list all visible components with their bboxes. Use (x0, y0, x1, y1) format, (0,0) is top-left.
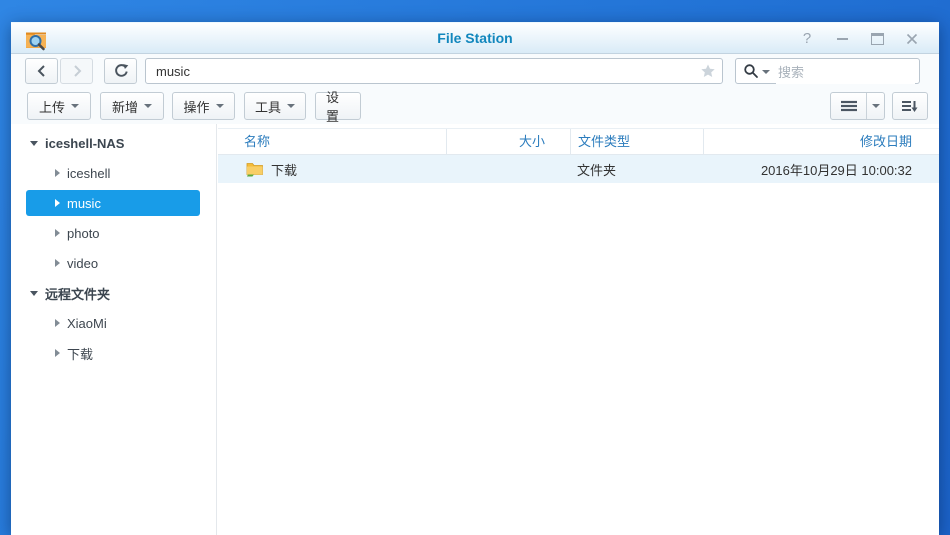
upload-button[interactable]: 上传 (27, 92, 91, 120)
sidebar: iceshell-NAS iceshell music (11, 124, 217, 535)
window-controls: ? (800, 23, 919, 54)
maximize-icon[interactable] (870, 32, 884, 46)
file-type-cell: 文件夹 (570, 160, 703, 179)
sidebar-item-label: photo (67, 226, 100, 241)
sidebar-item-label: XiaoMi (67, 316, 107, 331)
desktop: File Station ? (0, 0, 950, 535)
create-button[interactable]: 新增 (100, 92, 164, 120)
triangle-right-icon (55, 259, 60, 267)
triangle-down-icon (30, 141, 38, 146)
titlebar: File Station ? (11, 22, 939, 54)
sidebar-group-iceshell-nas[interactable]: iceshell-NAS (11, 128, 216, 158)
triangle-down-icon (30, 291, 38, 296)
caret-down-icon (216, 104, 224, 108)
sidebar-row: iceshell (11, 158, 216, 188)
refresh-icon (113, 63, 129, 79)
search-icon[interactable] (743, 63, 759, 79)
action-button-label: 操作 (183, 97, 209, 116)
triangle-right-icon (55, 169, 60, 177)
sidebar-row: XiaoMi (11, 308, 216, 338)
search-box (735, 58, 920, 84)
settings-button-label: 设置 (326, 87, 350, 125)
sidebar-group-remote-folders[interactable]: 远程文件夹 (11, 278, 216, 308)
sidebar-row: music (11, 188, 216, 218)
view-mode-caret-icon[interactable] (867, 93, 884, 119)
path-field-wrap (145, 58, 723, 84)
toolbar: 上传 新增 操作 工具 设置 (11, 88, 939, 124)
caret-down-icon (144, 104, 152, 108)
triangle-right-icon (55, 319, 60, 327)
shared-folder-icon (246, 161, 264, 177)
column-header-type[interactable]: 文件类型 (570, 129, 703, 154)
sidebar-item-label: video (67, 256, 98, 271)
file-modified-cell: 2016年10月29日 10:00:32 (703, 160, 939, 179)
sidebar-row: 下载 (11, 338, 216, 368)
file-station-app-icon (24, 27, 48, 51)
tools-button-label: 工具 (255, 97, 281, 116)
sidebar-item-iceshell[interactable]: iceshell (26, 160, 200, 186)
sidebar-item-photo[interactable]: photo (26, 220, 200, 246)
caret-down-icon (71, 104, 79, 108)
navigation-bar (11, 54, 939, 88)
back-button[interactable] (25, 58, 58, 84)
triangle-right-icon (55, 199, 60, 207)
window-title: File Station (437, 23, 512, 54)
sidebar-row: video (11, 248, 216, 278)
list-view-icon[interactable] (831, 93, 867, 119)
forward-button[interactable] (60, 58, 93, 84)
search-input[interactable] (776, 60, 915, 84)
chevron-right-icon (70, 64, 84, 78)
refresh-button[interactable] (104, 58, 137, 84)
sidebar-item-video[interactable]: video (26, 250, 200, 276)
file-station-window: File Station ? (11, 22, 939, 535)
view-mode-button[interactable] (830, 92, 885, 120)
sidebar-item-label: 下载 (67, 344, 93, 363)
column-header-name[interactable]: 名称 (218, 129, 446, 154)
content-area: iceshell-NAS iceshell music (11, 124, 939, 535)
sort-descending-icon (902, 99, 918, 113)
close-icon[interactable] (905, 32, 919, 46)
table-header: 名称 大小 文件类型 修改日期 (218, 128, 939, 155)
minimize-icon[interactable] (835, 32, 849, 46)
sort-button[interactable] (892, 92, 928, 120)
sidebar-row: photo (11, 218, 216, 248)
sidebar-item-xiaomi[interactable]: XiaoMi (26, 310, 200, 336)
column-header-modified[interactable]: 修改日期 (703, 129, 939, 154)
path-input[interactable] (145, 58, 723, 84)
tools-button[interactable]: 工具 (244, 92, 306, 120)
search-options-caret-icon[interactable] (762, 70, 770, 74)
create-button-label: 新增 (112, 97, 138, 116)
file-list: 名称 大小 文件类型 修改日期 下载 文件夹 (218, 124, 939, 535)
file-name: 下载 (271, 160, 297, 179)
favorite-star-icon[interactable] (700, 63, 716, 79)
sidebar-item-music[interactable]: music (26, 190, 200, 216)
help-icon[interactable]: ? (800, 32, 814, 46)
action-button[interactable]: 操作 (172, 92, 235, 120)
column-header-size[interactable]: 大小 (446, 129, 570, 154)
settings-button[interactable]: 设置 (315, 92, 361, 120)
triangle-right-icon (55, 349, 60, 357)
caret-down-icon (287, 104, 295, 108)
sidebar-item-download[interactable]: 下载 (26, 340, 200, 366)
file-name-cell: 下载 (218, 160, 446, 179)
upload-button-label: 上传 (39, 97, 65, 116)
sidebar-group-label: 远程文件夹 (45, 284, 110, 303)
sidebar-item-label: iceshell (67, 166, 110, 181)
chevron-left-icon (35, 64, 49, 78)
sidebar-group-label: iceshell-NAS (45, 136, 124, 151)
table-row[interactable]: 下载 文件夹 2016年10月29日 10:00:32 (218, 155, 939, 183)
triangle-right-icon (55, 229, 60, 237)
sidebar-item-label: music (67, 196, 101, 211)
